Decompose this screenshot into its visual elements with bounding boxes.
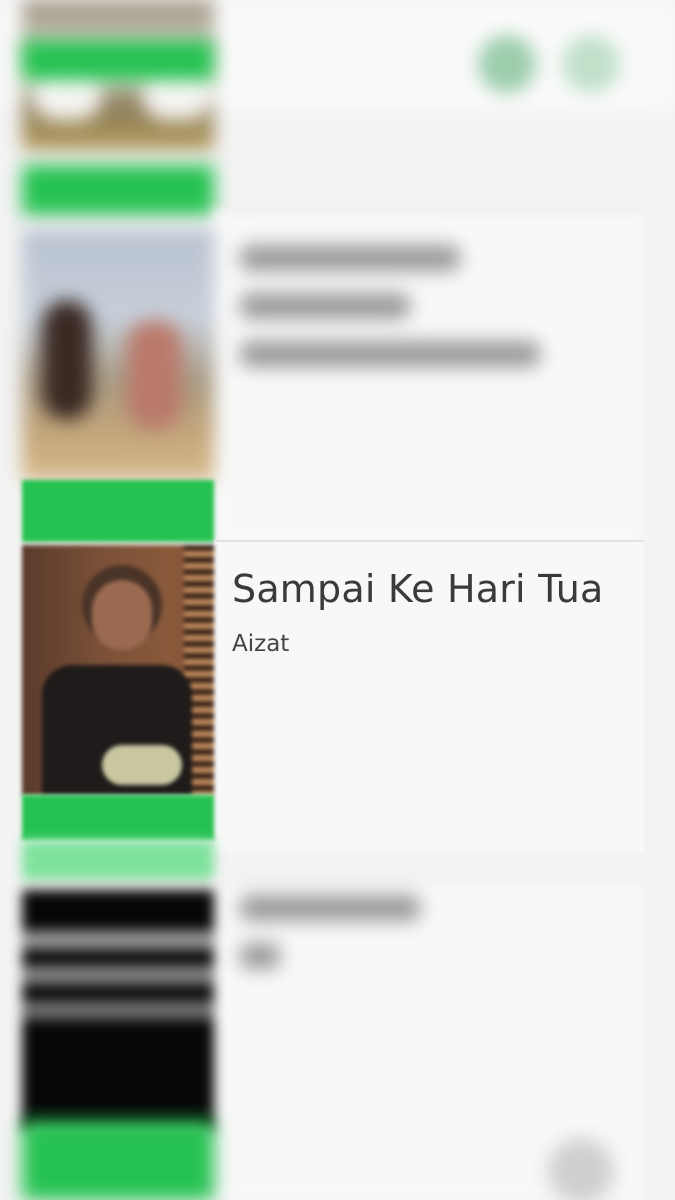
- album-green-bar: [22, 165, 214, 215]
- song-list-screen: Sampai Ke Hari Tua Aizat: [0, 0, 675, 1200]
- album-art-aizat[interactable]: [22, 545, 214, 795]
- album-green-bar: [22, 40, 214, 80]
- blurred-row-text: [240, 895, 420, 991]
- circle-icon[interactable]: [548, 1138, 614, 1200]
- album-art-2[interactable]: [22, 230, 214, 480]
- album-green-bar: [22, 840, 214, 880]
- blurred-row-text: [240, 245, 540, 389]
- album-green-bar: [22, 480, 214, 542]
- album-art-4[interactable]: [22, 890, 214, 1130]
- song-title: Sampai Ke Hari Tua: [232, 567, 604, 611]
- circle-icon[interactable]: [478, 35, 536, 93]
- album-green-bar: [22, 795, 214, 840]
- song-artist: Aizat: [232, 631, 290, 657]
- album-green-bar: [22, 1120, 214, 1200]
- circle-icon[interactable]: [562, 35, 620, 93]
